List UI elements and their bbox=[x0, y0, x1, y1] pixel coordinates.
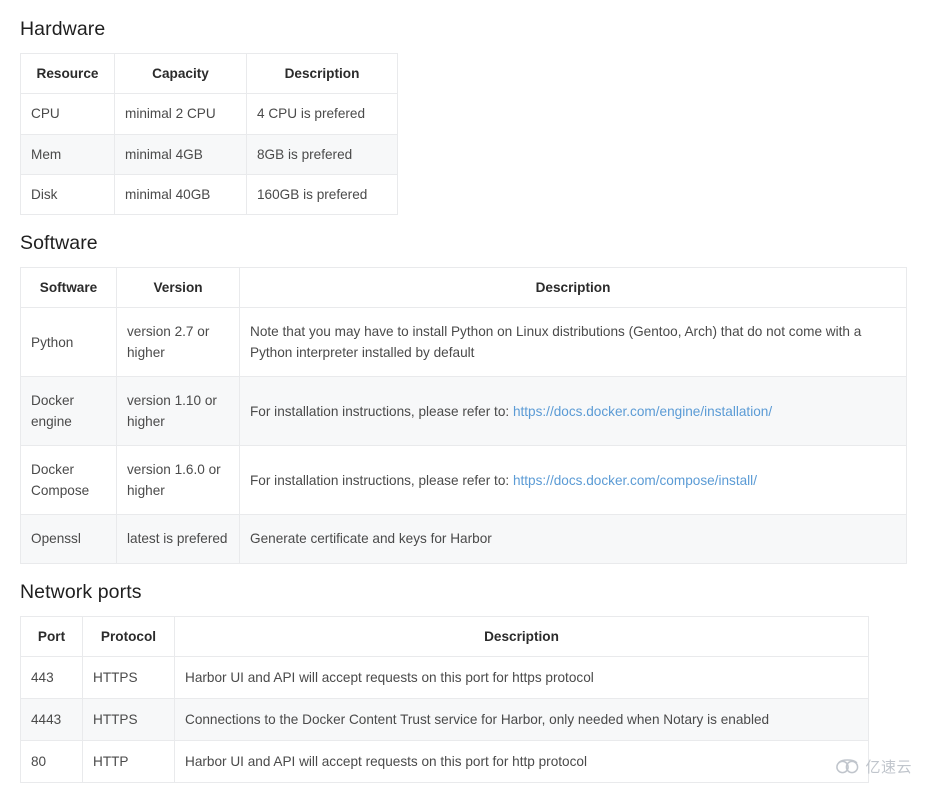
column-header-description: Description bbox=[246, 53, 398, 95]
cell-description: Harbor UI and API will accept requests o… bbox=[174, 655, 869, 700]
cell-description: 4 CPU is prefered bbox=[246, 93, 398, 135]
cell-port: 4443 bbox=[20, 698, 83, 742]
cell-capacity: minimal 4GB bbox=[114, 133, 247, 175]
cell-software-version: version 1.10 or higher bbox=[116, 376, 240, 447]
column-header-description: Description bbox=[239, 267, 907, 309]
cell-software-name: Docker engine bbox=[20, 376, 117, 447]
column-header-description: Description bbox=[174, 615, 869, 657]
cell-software-name: Python bbox=[20, 307, 117, 378]
cell-capacity: minimal 40GB bbox=[114, 173, 247, 215]
docker-engine-install-link[interactable]: https://docs.docker.com/engine/installat… bbox=[513, 404, 772, 419]
cell-protocol: HTTP bbox=[82, 740, 175, 784]
cell-protocol: HTTPS bbox=[82, 655, 175, 700]
table-row: Disk minimal 40GB 160GB is prefered bbox=[20, 173, 398, 215]
cell-resource: Disk bbox=[20, 173, 115, 215]
hardware-table: Resource Capacity Description CPU minima… bbox=[20, 53, 398, 215]
cell-description: Generate certificate and keys for Harbor bbox=[239, 514, 907, 564]
cell-description: 160GB is prefered bbox=[246, 173, 398, 215]
table-header-row: Port Protocol Description bbox=[20, 615, 869, 657]
column-header-software: Software bbox=[20, 267, 117, 309]
description-text: For installation instructions, please re… bbox=[250, 472, 513, 488]
description-text: For installation instructions, please re… bbox=[250, 403, 513, 419]
table-row: Python version 2.7 or higher Note that y… bbox=[20, 307, 907, 378]
cell-software-version: latest is prefered bbox=[116, 514, 240, 564]
software-table: Software Version Description Python vers… bbox=[20, 267, 907, 564]
column-header-capacity: Capacity bbox=[114, 53, 247, 95]
cell-capacity: minimal 2 CPU bbox=[114, 93, 247, 135]
cell-resource: CPU bbox=[20, 93, 115, 135]
cell-resource: Mem bbox=[20, 133, 115, 175]
section-hardware: Hardware Resource Capacity Description C… bbox=[20, 18, 908, 215]
cell-description: Harbor UI and API will accept requests o… bbox=[174, 740, 869, 784]
table-row: Docker Compose version 1.6.0 or higher F… bbox=[20, 445, 907, 516]
docker-compose-install-link[interactable]: https://docs.docker.com/compose/install/ bbox=[513, 473, 757, 488]
column-header-version: Version bbox=[116, 267, 240, 309]
cell-software-version: version 1.6.0 or higher bbox=[116, 445, 240, 516]
cell-protocol: HTTPS bbox=[82, 698, 175, 742]
document-page: Hardware Resource Capacity Description C… bbox=[0, 0, 928, 784]
table-row: 4443 HTTPS Connections to the Docker Con… bbox=[20, 698, 869, 742]
network-ports-table: Port Protocol Description 443 HTTPS Harb… bbox=[20, 615, 869, 784]
column-header-protocol: Protocol bbox=[82, 615, 175, 657]
table-row: 443 HTTPS Harbor UI and API will accept … bbox=[20, 655, 869, 700]
table-row: Mem minimal 4GB 8GB is prefered bbox=[20, 133, 398, 175]
section-software: Software Software Version Description Py… bbox=[20, 232, 908, 564]
cell-software-name: Openssl bbox=[20, 514, 117, 564]
column-header-port: Port bbox=[20, 615, 83, 657]
cell-port: 80 bbox=[20, 740, 83, 784]
cell-software-name: Docker Compose bbox=[20, 445, 117, 516]
page-title-software: Software bbox=[20, 231, 98, 254]
section-network-ports: Network ports Port Protocol Description … bbox=[20, 581, 908, 784]
description-text: Note that you may have to install Python… bbox=[250, 324, 862, 361]
description-text: Generate certificate and keys for Harbor bbox=[250, 531, 492, 547]
cell-description: 8GB is prefered bbox=[246, 133, 398, 175]
table-row: Openssl latest is prefered Generate cert… bbox=[20, 514, 907, 564]
table-row: Docker engine version 1.10 or higher For… bbox=[20, 376, 907, 447]
cell-description: Connections to the Docker Content Trust … bbox=[174, 698, 869, 742]
page-title-hardware: Hardware bbox=[20, 18, 106, 40]
cell-description: For installation instructions, please re… bbox=[239, 445, 907, 516]
cell-description: For installation instructions, please re… bbox=[239, 376, 907, 447]
cell-port: 443 bbox=[20, 655, 83, 700]
table-header-row: Resource Capacity Description bbox=[20, 53, 398, 95]
table-row: 80 HTTP Harbor UI and API will accept re… bbox=[20, 740, 869, 784]
table-row: CPU minimal 2 CPU 4 CPU is prefered bbox=[20, 93, 398, 135]
table-header-row: Software Version Description bbox=[20, 267, 907, 309]
cell-software-version: version 2.7 or higher bbox=[116, 307, 240, 378]
page-title-network-ports: Network ports bbox=[20, 580, 142, 603]
column-header-resource: Resource bbox=[20, 53, 115, 95]
cell-description: Note that you may have to install Python… bbox=[239, 307, 907, 378]
